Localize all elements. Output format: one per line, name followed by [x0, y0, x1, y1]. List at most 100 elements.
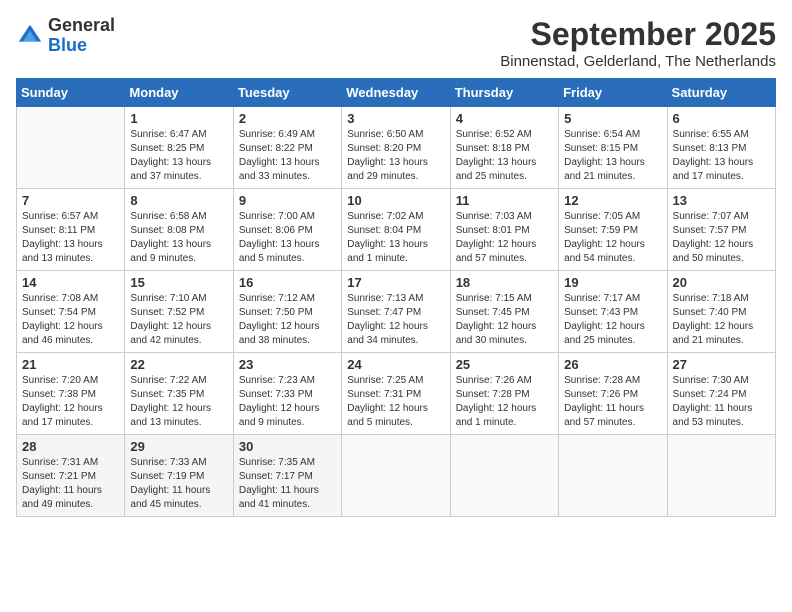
- day-number: 13: [673, 193, 770, 208]
- calendar-cell: [342, 435, 450, 517]
- calendar-cell: [559, 435, 667, 517]
- calendar-cell: 21 Sunrise: 7:20 AMSunset: 7:38 PMDayligh…: [17, 353, 125, 435]
- day-number: 5: [564, 111, 661, 126]
- calendar-cell: 23 Sunrise: 7:23 AMSunset: 7:33 PMDayligh…: [233, 353, 341, 435]
- weekday-header-saturday: Saturday: [667, 79, 775, 107]
- day-info: Sunrise: 6:50 AMSunset: 8:20 PMDaylight:…: [347, 128, 444, 184]
- day-info: Sunrise: 7:07 AMSunset: 7:57 PMDaylight:…: [673, 210, 770, 266]
- calendar-cell: 15 Sunrise: 7:10 AMSunset: 7:52 PMDayligh…: [125, 271, 233, 353]
- weekday-header-row: SundayMondayTuesdayWednesdayThursdayFrid…: [17, 79, 776, 107]
- day-info: Sunrise: 7:03 AMSunset: 8:01 PMDaylight:…: [456, 210, 553, 266]
- day-number: 18: [456, 275, 553, 290]
- day-number: 12: [564, 193, 661, 208]
- week-row-3: 14Sunrise: 7:08 AMSunset: 7:54 PMDayligh…: [17, 271, 776, 353]
- calendar-cell: [450, 435, 558, 517]
- day-info: Sunrise: 7:10 AMSunset: 7:52 PMDaylight:…: [130, 292, 227, 348]
- day-number: 29: [130, 439, 227, 454]
- day-number: 10: [347, 193, 444, 208]
- week-row-5: 28Sunrise: 7:31 AMSunset: 7:21 PMDayligh…: [17, 435, 776, 517]
- day-number: 19: [564, 275, 661, 290]
- day-info: Sunrise: 7:13 AMSunset: 7:47 PMDaylight:…: [347, 292, 444, 348]
- day-info: Sunrise: 6:57 AMSunset: 8:11 PMDaylight:…: [22, 210, 119, 266]
- day-number: 4: [456, 111, 553, 126]
- calendar-cell: 11Sunrise: 7:03 AMSunset: 8:01 PMDayligh…: [450, 189, 558, 271]
- day-number: 23: [239, 357, 336, 372]
- day-info: Sunrise: 7:00 AMSunset: 8:06 PMDaylight:…: [239, 210, 336, 266]
- weekday-header-monday: Monday: [125, 79, 233, 107]
- day-number: 22: [130, 357, 227, 372]
- calendar-cell: [667, 435, 775, 517]
- calendar-cell: [17, 107, 125, 189]
- calendar-cell: 28Sunrise: 7:31 AMSunset: 7:21 PMDayligh…: [17, 435, 125, 517]
- calendar-cell: 3Sunrise: 6:50 AMSunset: 8:20 PMDaylight…: [342, 107, 450, 189]
- day-info: Sunrise: 7:35 AMSunset: 7:17 PMDaylight:…: [239, 456, 336, 512]
- day-info: Sunrise: 7:20 AMSunset: 7:38 PMDaylight:…: [22, 374, 119, 430]
- calendar-cell: 17Sunrise: 7:13 AMSunset: 7:47 PMDayligh…: [342, 271, 450, 353]
- calendar-cell: 5Sunrise: 6:54 AMSunset: 8:15 PMDaylight…: [559, 107, 667, 189]
- day-info: Sunrise: 7:28 AMSunset: 7:26 PMDaylight:…: [564, 374, 661, 430]
- day-info: Sunrise: 7:15 AMSunset: 7:45 PMDaylight:…: [456, 292, 553, 348]
- week-row-4: 21 Sunrise: 7:20 AMSunset: 7:38 PMDayligh…: [17, 353, 776, 435]
- day-info: Sunrise: 7:05 AMSunset: 7:59 PMDaylight:…: [564, 210, 661, 266]
- day-info: Sunrise: 6:58 AMSunset: 8:08 PMDaylight:…: [130, 210, 227, 266]
- calendar-cell: 7Sunrise: 6:57 AMSunset: 8:11 PMDaylight…: [17, 189, 125, 271]
- day-number: 14: [22, 275, 119, 290]
- calendar-cell: 26 Sunrise: 7:28 AMSunset: 7:26 PMDayligh…: [559, 353, 667, 435]
- weekday-header-wednesday: Wednesday: [342, 79, 450, 107]
- calendar-cell: 16 Sunrise: 7:12 AMSunset: 7:50 PMDayligh…: [233, 271, 341, 353]
- day-number: 16: [239, 275, 336, 290]
- day-number: 20: [673, 275, 770, 290]
- day-number: 6: [673, 111, 770, 126]
- calendar-cell: 20 Sunrise: 7:18 AMSunset: 7:40 PMDayligh…: [667, 271, 775, 353]
- title-block: September 2025 Binnenstad, Gelderland, T…: [500, 16, 776, 70]
- week-row-2: 7Sunrise: 6:57 AMSunset: 8:11 PMDaylight…: [17, 189, 776, 271]
- calendar-cell: 19Sunrise: 7:17 AMSunset: 7:43 PMDayligh…: [559, 271, 667, 353]
- calendar-cell: 6 Sunrise: 6:55 AMSunset: 8:13 PMDaylight…: [667, 107, 775, 189]
- day-number: 26: [564, 357, 661, 372]
- calendar-cell: 4 Sunrise: 6:52 AMSunset: 8:18 PMDaylight…: [450, 107, 558, 189]
- location-subtitle: Binnenstad, Gelderland, The Netherlands: [500, 53, 776, 70]
- day-info: Sunrise: 7:18 AMSunset: 7:40 PMDaylight:…: [673, 292, 770, 348]
- week-row-1: 1Sunrise: 6:47 AMSunset: 8:25 PMDaylight…: [17, 107, 776, 189]
- logo: General Blue: [16, 16, 115, 56]
- day-number: 21: [22, 357, 119, 372]
- weekday-header-sunday: Sunday: [17, 79, 125, 107]
- day-info: Sunrise: 7:33 AMSunset: 7:19 PMDaylight:…: [130, 456, 227, 512]
- calendar-cell: 2 Sunrise: 6:49 AMSunset: 8:22 PMDaylight…: [233, 107, 341, 189]
- day-info: Sunrise: 6:55 AMSunset: 8:13 PMDaylight:…: [673, 128, 770, 184]
- day-info: Sunrise: 7:31 AMSunset: 7:21 PMDaylight:…: [22, 456, 119, 512]
- calendar-cell: 27Sunrise: 7:30 AMSunset: 7:24 PMDayligh…: [667, 353, 775, 435]
- calendar-table: SundayMondayTuesdayWednesdayThursdayFrid…: [16, 78, 776, 517]
- calendar-cell: 18 Sunrise: 7:15 AMSunset: 7:45 PMDayligh…: [450, 271, 558, 353]
- logo-general: General: [48, 15, 115, 35]
- calendar-cell: 25Sunrise: 7:26 AMSunset: 7:28 PMDayligh…: [450, 353, 558, 435]
- day-number: 15: [130, 275, 227, 290]
- day-info: Sunrise: 7:23 AMSunset: 7:33 PMDaylight:…: [239, 374, 336, 430]
- month-title: September 2025: [500, 16, 776, 53]
- calendar-cell: 22 Sunrise: 7:22 AMSunset: 7:35 PMDayligh…: [125, 353, 233, 435]
- logo-blue: Blue: [48, 35, 87, 55]
- logo-text: General Blue: [48, 16, 115, 56]
- day-info: Sunrise: 6:47 AMSunset: 8:25 PMDaylight:…: [130, 128, 227, 184]
- day-info: Sunrise: 7:22 AMSunset: 7:35 PMDaylight:…: [130, 374, 227, 430]
- calendar-cell: 29 Sunrise: 7:33 AMSunset: 7:19 PMDayligh…: [125, 435, 233, 517]
- calendar-cell: 13 Sunrise: 7:07 AMSunset: 7:57 PMDayligh…: [667, 189, 775, 271]
- calendar-cell: 14Sunrise: 7:08 AMSunset: 7:54 PMDayligh…: [17, 271, 125, 353]
- weekday-header-thursday: Thursday: [450, 79, 558, 107]
- logo-icon: [16, 22, 44, 50]
- day-number: 2: [239, 111, 336, 126]
- day-info: Sunrise: 6:49 AMSunset: 8:22 PMDaylight:…: [239, 128, 336, 184]
- calendar-cell: 9Sunrise: 7:00 AMSunset: 8:06 PMDaylight…: [233, 189, 341, 271]
- day-number: 30: [239, 439, 336, 454]
- day-info: Sunrise: 7:25 AMSunset: 7:31 PMDaylight:…: [347, 374, 444, 430]
- day-number: 8: [130, 193, 227, 208]
- calendar-cell: 24Sunrise: 7:25 AMSunset: 7:31 PMDayligh…: [342, 353, 450, 435]
- calendar-cell: 8 Sunrise: 6:58 AMSunset: 8:08 PMDaylight…: [125, 189, 233, 271]
- day-info: Sunrise: 7:02 AMSunset: 8:04 PMDaylight:…: [347, 210, 444, 266]
- weekday-header-tuesday: Tuesday: [233, 79, 341, 107]
- day-info: Sunrise: 7:12 AMSunset: 7:50 PMDaylight:…: [239, 292, 336, 348]
- day-info: Sunrise: 6:52 AMSunset: 8:18 PMDaylight:…: [456, 128, 553, 184]
- calendar-cell: 30 Sunrise: 7:35 AMSunset: 7:17 PMDayligh…: [233, 435, 341, 517]
- calendar-cell: 1Sunrise: 6:47 AMSunset: 8:25 PMDaylight…: [125, 107, 233, 189]
- calendar-cell: 10 Sunrise: 7:02 AMSunset: 8:04 PMDayligh…: [342, 189, 450, 271]
